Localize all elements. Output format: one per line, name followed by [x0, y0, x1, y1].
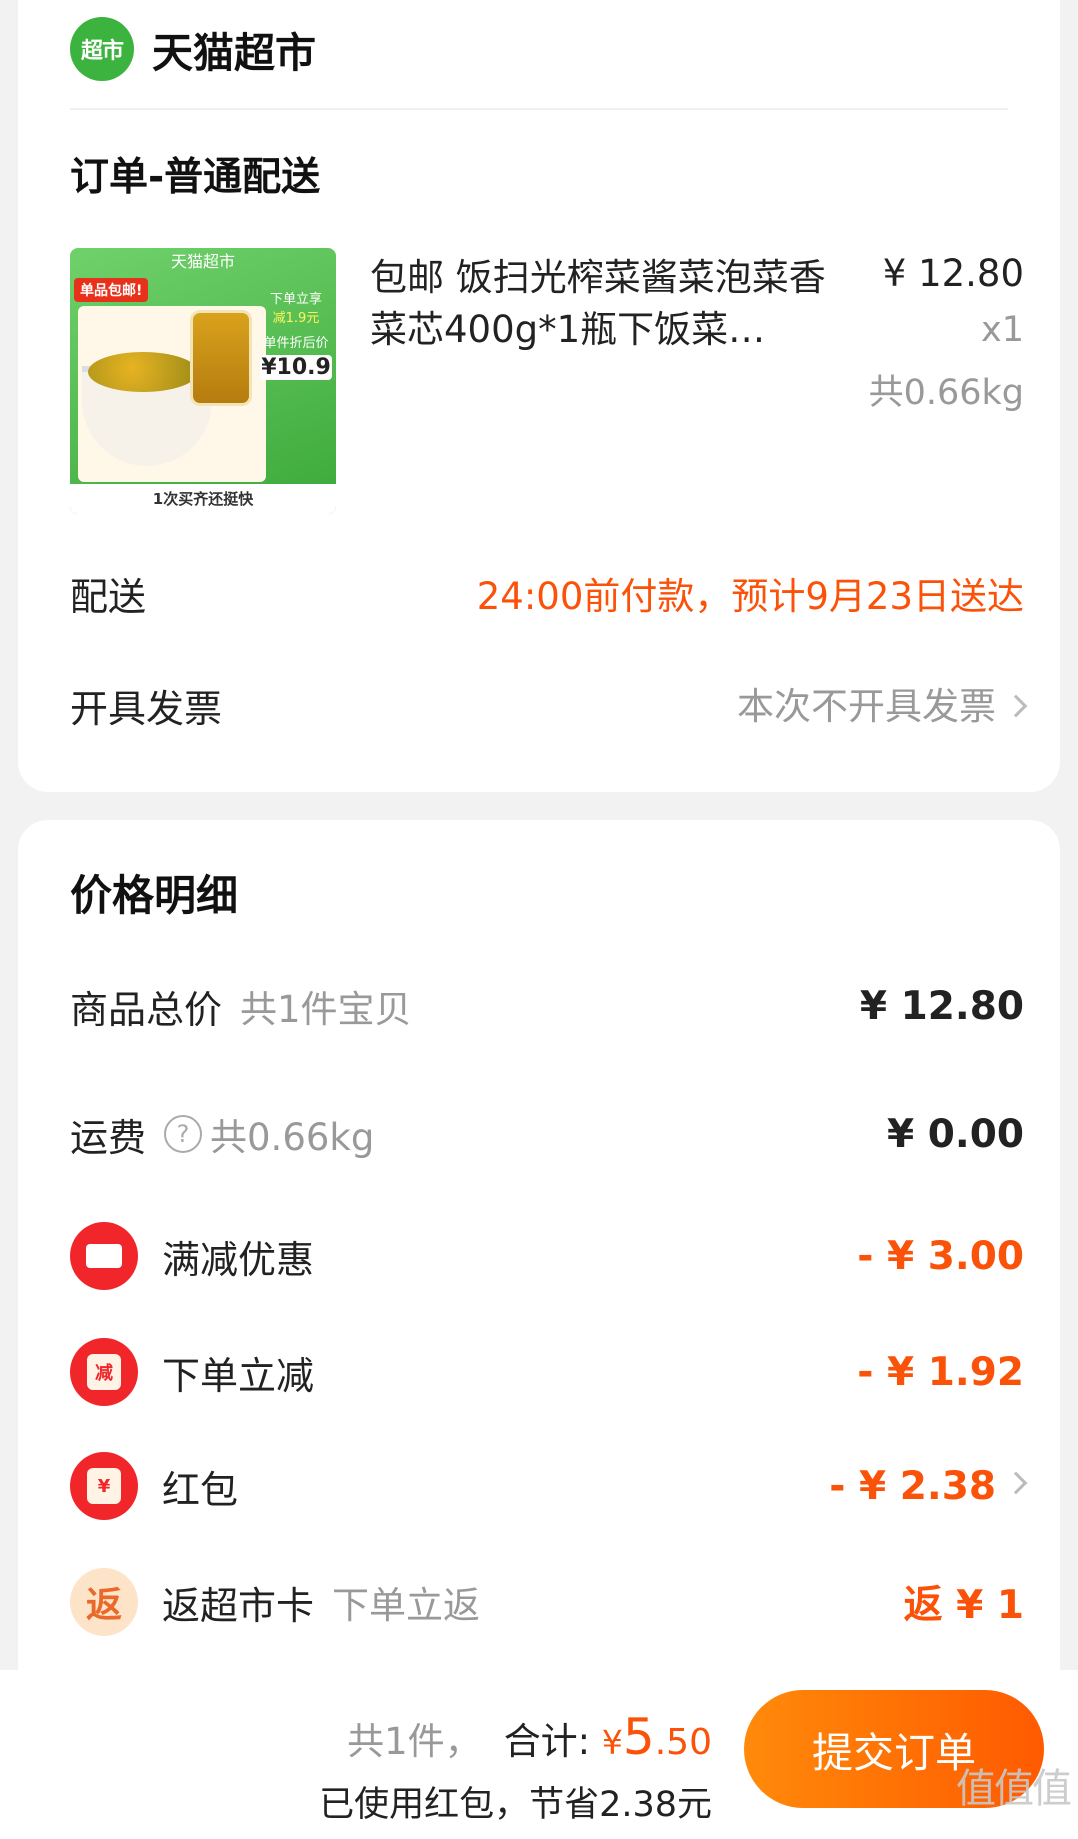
total-line: 共1件， 合计: ¥5.50 — [347, 1708, 712, 1766]
row-instant-discount: 减 下单立减 - ¥ 1.92 — [70, 1336, 1024, 1408]
total-decimal: .50 — [654, 1722, 712, 1763]
bottom-bar: 共1件， 合计: ¥5.50 已使用红包，节省2.38元 提交订单 值值值 zhi… — [0, 1670, 1078, 1839]
watermark-url: zhizhizhi.com — [948, 1814, 1070, 1835]
goods-total-value: ¥ 12.80 — [859, 983, 1024, 1029]
chevron-right-icon — [1004, 1471, 1028, 1495]
shipping-value: ¥ 0.00 — [887, 1111, 1024, 1157]
image-side-promo: 下单立享 减1.9元 单件折后价 ¥10.9 — [260, 288, 332, 380]
red-packet-value: - ¥ 2.38 — [829, 1463, 996, 1509]
watermark-logo: 值值值 — [956, 1766, 1072, 1812]
chevron-right-icon — [1004, 694, 1028, 717]
return-card-value: 返 ¥ 1 — [903, 1583, 1024, 1628]
return-icon: 返 — [70, 1568, 138, 1636]
delivery-label: 配送 — [70, 575, 147, 619]
help-icon[interactable]: ? — [164, 1115, 203, 1153]
item-count: 共1件， — [347, 1720, 482, 1763]
return-card-sub: 下单立返 — [332, 1584, 481, 1627]
store-header[interactable]: 超市 天猫超市 — [70, 14, 316, 84]
invoice-label: 开具发票 — [70, 687, 223, 731]
row-return-card: 返 返超市卡 下单立返 返 ¥ 1 — [70, 1566, 1024, 1638]
watermark: 值值值 zhizhizhi.com — [948, 1756, 1072, 1835]
discount-icon: 减 — [70, 1338, 138, 1406]
product-price: ¥ 12.80 — [882, 252, 1024, 295]
ticket-icon — [70, 1222, 138, 1290]
total-currency: ¥ — [601, 1723, 623, 1762]
total-integer: 5 — [622, 1708, 655, 1766]
discount-icon-text: 减 — [87, 1354, 121, 1390]
instant-discount-value: - ¥ 1.92 — [857, 1349, 1024, 1395]
total-label: 合计: — [503, 1720, 591, 1763]
full-reduction-value: - ¥ 3.00 — [857, 1233, 1024, 1279]
price-section-title: 价格明细 — [70, 871, 239, 920]
divider — [70, 108, 1008, 110]
row-full-reduction: 满减优惠 - ¥ 3.00 — [70, 1220, 1024, 1292]
row-goods-total: 商品总价 共1件宝贝 ¥ 12.80 — [70, 970, 1024, 1042]
jar-graphic — [190, 310, 252, 406]
product-weight: 共0.66kg — [868, 373, 1024, 413]
return-card-label: 返超市卡 — [162, 1583, 315, 1628]
delivery-value: 24:00前付款，预计9月23日送达 — [476, 575, 1024, 618]
image-bottom-text: 1次买齐还挺快 — [70, 484, 336, 514]
pickle-graphic — [88, 352, 198, 392]
invoice-row[interactable]: 本次不开具发票 — [737, 676, 1028, 730]
product-image[interactable]: 天猫超市 单品包邮! 下单立享 减1.9元 单件折后价 ¥10.9 1次买齐还挺… — [70, 248, 336, 514]
red-packet-icon-text: ¥ — [87, 1468, 121, 1504]
red-packet-label: 红包 — [162, 1467, 239, 1512]
order-section-title: 订单-普通配送 — [70, 155, 321, 200]
store-name: 天猫超市 — [152, 29, 316, 77]
side-line3: 单件折后价 — [263, 336, 329, 351]
image-banner: 天猫超市 — [170, 252, 235, 271]
row-red-packet[interactable]: ¥ 红包 - ¥ 2.38 — [70, 1450, 1028, 1522]
store-logo: 超市 — [70, 17, 134, 81]
row-shipping: 运费 ? 共0.66kg ¥ 0.00 — [70, 1098, 1024, 1170]
side-price: ¥10.9 — [260, 355, 332, 380]
instant-discount-label: 下单立减 — [162, 1353, 315, 1398]
product-title[interactable]: 包邮 饭扫光榨菜酱菜泡菜香菜芯400g*1瓶下饭菜… — [370, 252, 830, 356]
shipping-label: 运费 — [70, 1115, 147, 1160]
full-reduction-label: 满减优惠 — [162, 1237, 315, 1282]
goods-total-sub: 共1件宝贝 — [240, 988, 412, 1031]
product-qty: x1 — [981, 310, 1024, 350]
saved-text: 已使用红包，节省2.38元 — [319, 1785, 712, 1825]
invoice-value: 本次不开具发票 — [737, 685, 996, 728]
order-card: 超市 天猫超市 订单-普通配送 天猫超市 单品包邮! 下单立享 减1.9元 单件… — [18, 0, 1060, 792]
red-packet-icon: ¥ — [70, 1452, 138, 1520]
side-line2: 减1.9元 — [272, 311, 320, 326]
side-line1: 下单立享 — [269, 292, 322, 307]
image-tag: 单品包邮! — [74, 278, 149, 302]
shipping-sub: 共0.66kg — [210, 1116, 375, 1159]
goods-total-label: 商品总价 — [70, 987, 223, 1032]
